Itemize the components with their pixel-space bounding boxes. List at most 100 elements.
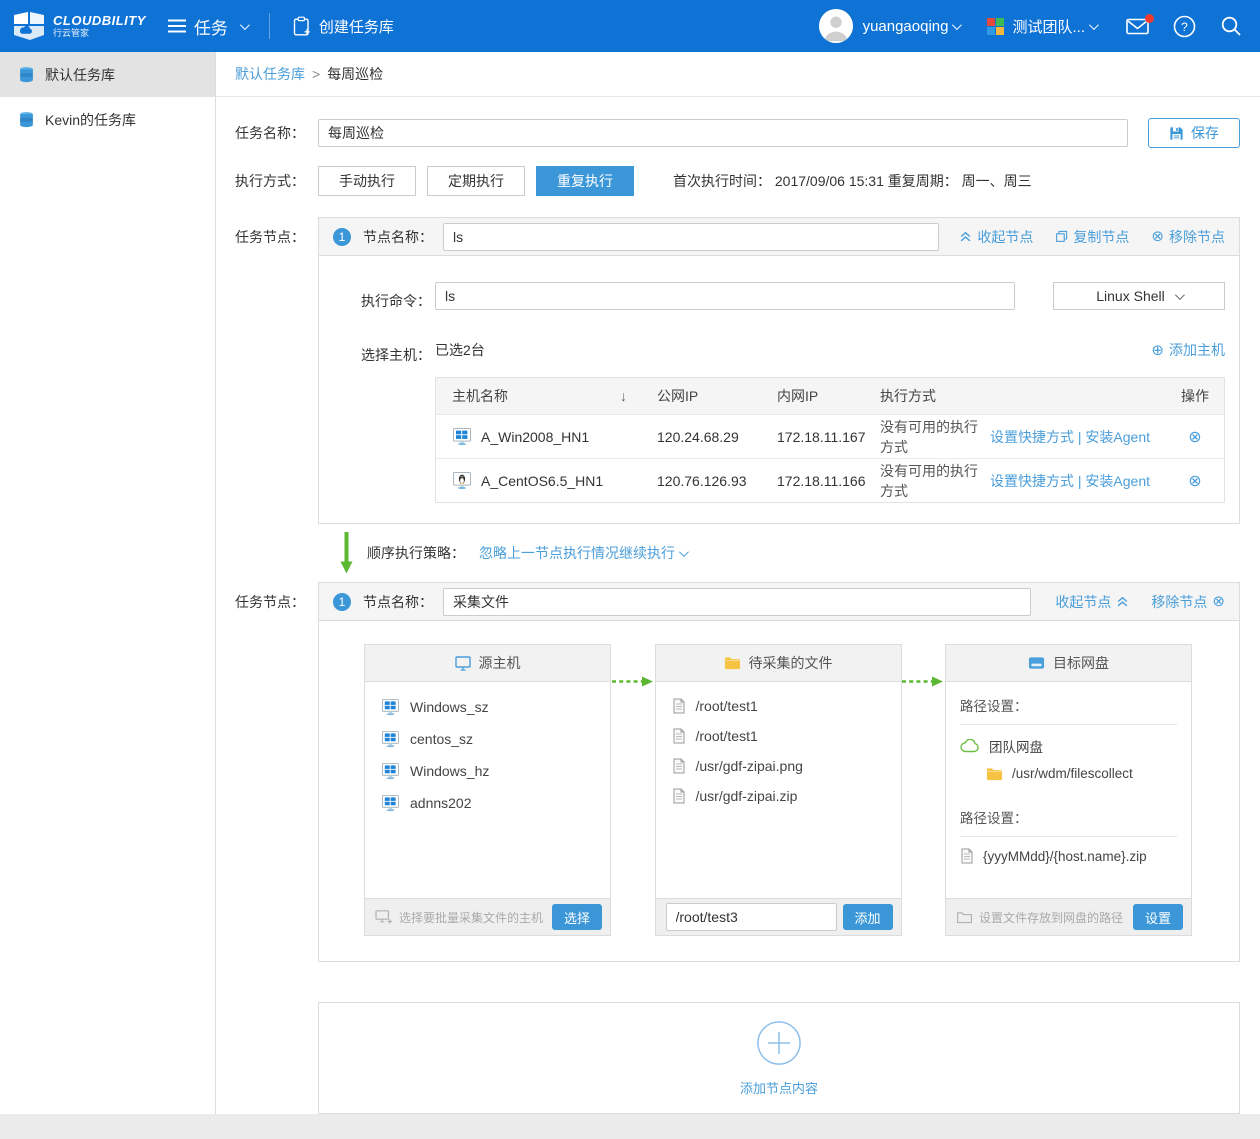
cloud-icon <box>960 739 980 753</box>
exec-mode-manual-button[interactable]: 手动执行 <box>318 166 416 196</box>
task-name-input[interactable] <box>318 119 1128 147</box>
folder-outline-icon <box>956 911 973 924</box>
monitor-icon <box>455 656 471 671</box>
nav-menu-tasks[interactable]: 任务 <box>168 14 247 39</box>
target-netdisk-card: 目标网盘 路径设置： 团队网盘 <box>945 644 1192 936</box>
help-button[interactable]: ? <box>1173 15 1196 38</box>
database-icon <box>18 111 35 128</box>
shell-type-dropdown[interactable]: Linux Shell <box>1053 282 1225 310</box>
windows-host-icon <box>381 794 400 812</box>
install-agent-link[interactable]: 安装Agent <box>1085 429 1150 445</box>
command-label: 执行命令： <box>361 281 435 311</box>
plus-circle-icon: ⊕ <box>1151 343 1164 358</box>
set-shortcut-link[interactable]: 设置快捷方式 <box>990 473 1074 489</box>
add-node-button[interactable]: 添加节点内容 <box>318 1002 1240 1114</box>
user-menu[interactable]: yuangaoqing <box>863 18 960 35</box>
remove-host-button[interactable]: ⊗ <box>1150 471 1224 491</box>
list-item-host[interactable]: adnns202 <box>365 787 610 819</box>
breadcrumb-current: 每周巡检 <box>327 64 383 84</box>
team-menu[interactable]: 测试团队... <box>987 16 1096 37</box>
divider <box>960 724 1177 725</box>
task-node-label: 任务节点： <box>235 582 318 612</box>
source-hosts-title: 源主机 <box>479 653 521 673</box>
copy-node-link[interactable]: 复制节点 <box>1055 227 1129 247</box>
collapse-node-link[interactable]: 收起节点 <box>959 227 1033 247</box>
netdisk-folder-item[interactable]: /usr/wdm/filescollect <box>986 766 1177 781</box>
netdisk-icon <box>1028 656 1045 670</box>
host-row-windows: A_Win2008_HN1 120.24.68.29 172.18.11.167… <box>436 414 1224 458</box>
set-path-button[interactable]: 设置 <box>1133 904 1183 930</box>
select-hosts-button[interactable]: 选择 <box>552 904 602 930</box>
select-hosts-hint: 选择要批量采集文件的主机 <box>399 909 546 926</box>
sort-desc-icon[interactable]: ↓ <box>620 388 627 404</box>
list-item-host[interactable]: Windows_hz <box>365 755 610 787</box>
task-name-label: 任务名称： <box>235 123 318 143</box>
exec-mode-repeat-button[interactable]: 重复执行 <box>536 166 634 196</box>
file-icon <box>960 848 974 864</box>
avatar[interactable] <box>819 9 853 43</box>
windows-host-icon <box>381 730 400 748</box>
circle-x-icon: ⊗ <box>1212 594 1225 609</box>
app-logo[interactable]: CLOUDBILITY 行云管家 <box>12 11 146 41</box>
collapse-node-link[interactable]: 收起节点 <box>1055 592 1129 612</box>
install-agent-link[interactable]: 安装Agent <box>1085 473 1150 489</box>
logo-mark-icon <box>12 11 46 41</box>
remove-host-button[interactable]: ⊗ <box>1150 427 1224 447</box>
logo-title: CLOUDBILITY <box>53 14 146 28</box>
netdisk-path-settings: 路径设置： 团队网盘 /usr/wdm/filescollect <box>946 682 1191 898</box>
sidebar-item-kevin-repo[interactable]: Kevin的任务库 <box>0 97 215 142</box>
host-public-ip: 120.24.68.29 <box>641 429 761 445</box>
col-exec-mode: 执行方式 <box>864 386 1150 406</box>
breadcrumb-separator: > <box>312 66 320 82</box>
add-host-link[interactable]: ⊕ 添加主机 <box>1151 340 1225 360</box>
files-list: /root/test1 /root/test1 /usr/gdf-zipai.p… <box>656 682 901 898</box>
messages-button[interactable] <box>1126 18 1149 35</box>
double-chevron-up-icon <box>1116 595 1129 608</box>
nav-menu-label: 任务 <box>194 14 228 39</box>
double-chevron-up-icon <box>959 230 972 243</box>
monitor-plus-icon <box>375 909 393 925</box>
files-title: 待采集的文件 <box>749 653 833 673</box>
host-name: A_CentOS6.5_HN1 <box>481 473 603 489</box>
host-name: A_Win2008_HN1 <box>481 429 589 445</box>
green-arrow-down-icon <box>340 532 353 574</box>
file-icon <box>672 728 686 744</box>
strategy-value-dropdown[interactable]: 忽略上一节点执行情况继续执行 <box>479 543 686 563</box>
team-netdisk-item[interactable]: 团队网盘 <box>960 736 1177 756</box>
selected-hosts-count: 已选2台 <box>435 340 485 360</box>
list-item-host[interactable]: centos_sz <box>365 723 610 755</box>
node-1-name-input[interactable] <box>443 223 939 251</box>
command-input[interactable] <box>435 282 1015 310</box>
save-button[interactable]: 保存 <box>1148 118 1240 148</box>
new-file-path-input[interactable] <box>666 903 837 931</box>
main-area: 默认任务库 > 每周巡检 任务名称： 保存 执行方式： 手动执行 定期执行 <box>216 52 1260 1114</box>
sidebar-item-default-repo[interactable]: 默认任务库 <box>0 52 215 97</box>
plus-circle-icon <box>756 1020 802 1066</box>
search-button[interactable] <box>1220 15 1242 37</box>
list-item-file[interactable]: /root/test1 <box>656 721 901 751</box>
list-item-file[interactable]: /usr/gdf-zipai.png <box>656 751 901 781</box>
col-private-ip: 内网IP <box>761 386 864 406</box>
remove-node-link[interactable]: ⊗ 移除节点 <box>1151 227 1225 247</box>
list-item-file[interactable]: /usr/gdf-zipai.zip <box>656 781 901 811</box>
file-pattern-item[interactable]: {yyyMMdd}/{host.name}.zip <box>960 848 1177 864</box>
node-2-header: 1 节点名称： 收起节点 移除节点 ⊗ <box>319 583 1239 621</box>
team-label: 测试团队... <box>1012 16 1085 37</box>
list-item-file[interactable]: /root/test1 <box>656 691 901 721</box>
create-task-repo-button[interactable]: 创建任务库 <box>292 16 394 37</box>
breadcrumb-parent-link[interactable]: 默认任务库 <box>235 64 305 84</box>
exec-mode-scheduled-button[interactable]: 定期执行 <box>427 166 525 196</box>
file-icon <box>672 698 686 714</box>
copy-icon <box>1055 230 1068 243</box>
set-shortcut-link[interactable]: 设置快捷方式 <box>990 429 1074 445</box>
team-grid-icon <box>987 18 1004 35</box>
remove-node-link[interactable]: 移除节点 ⊗ <box>1151 592 1225 612</box>
list-item-host[interactable]: Windows_sz <box>365 691 610 723</box>
host-private-ip: 172.18.11.167 <box>761 429 864 445</box>
node-2-name-input[interactable] <box>443 588 1031 616</box>
task-node-1-section: 任务节点： 1 节点名称： 收起节点 <box>235 217 1240 524</box>
task-node-1-panel: 1 节点名称： 收起节点 复制节点 <box>318 217 1240 524</box>
add-file-button[interactable]: 添加 <box>843 904 893 930</box>
host-private-ip: 172.18.11.166 <box>761 473 864 489</box>
create-task-repo-label: 创建任务库 <box>319 16 394 37</box>
